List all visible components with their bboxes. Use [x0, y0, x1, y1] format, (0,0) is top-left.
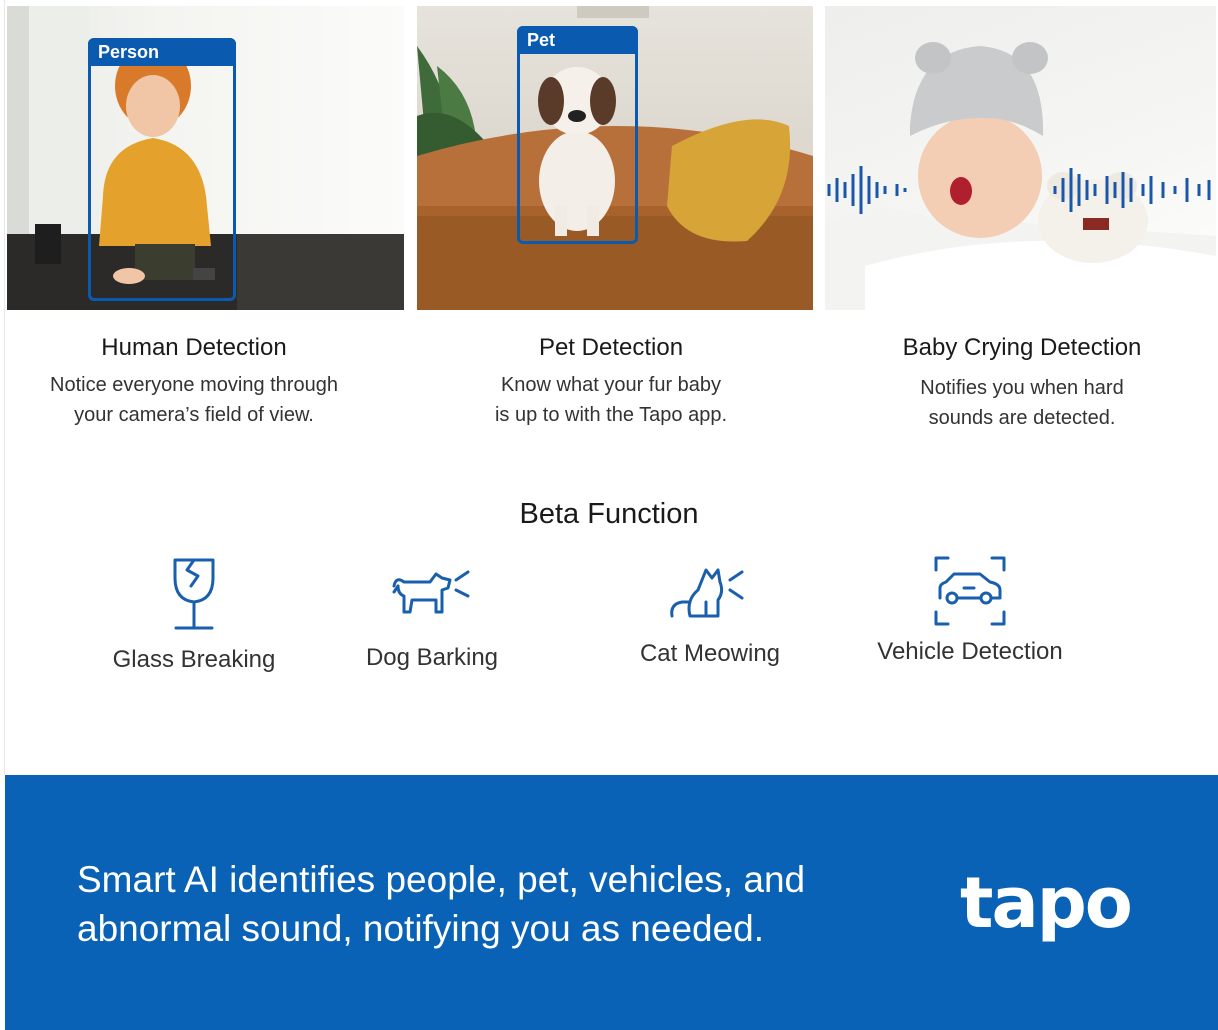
beta-item-dog-barking: Dog Barking	[332, 566, 532, 672]
promo-banner: Smart AI identifies people, pet, vehicle…	[5, 775, 1218, 1030]
human-detection-photo: Person	[7, 6, 404, 310]
feature-description-line: Know what your fur baby	[500, 374, 722, 396]
beta-item-label: Cat Meowing	[639, 640, 781, 667]
pet-tag: Pet	[517, 26, 638, 54]
cat-meowing-icon	[670, 568, 744, 618]
baby-illustration	[825, 42, 1216, 310]
vehicle-scan-icon	[934, 556, 1006, 626]
baby-crying-detection-feature: Baby Crying Detection Notifies you when …	[842, 334, 1202, 433]
feature-title: Human Detection	[101, 334, 287, 361]
page-border	[4, 0, 5, 775]
feature-description: Notice everyone moving through your came…	[14, 370, 374, 430]
feature-description-line: your camera’s field of view.	[74, 404, 314, 426]
feature-title: Baby Crying Detection	[902, 334, 1142, 361]
feature-title: Pet Detection	[538, 334, 684, 361]
pet-bounding-box: Pet	[517, 26, 638, 244]
feature-description-line: Notice everyone moving through	[50, 374, 338, 396]
tapo-logo: tapo	[960, 862, 1133, 944]
broken-glass-icon	[173, 558, 215, 630]
beta-item-cat-meowing: Cat Meowing	[610, 566, 810, 668]
pet-detection-photo: Pet	[417, 6, 813, 310]
banner-headline: Smart AI identifies people, pet, vehicle…	[77, 855, 877, 953]
person-tag: Person	[88, 38, 236, 66]
banner-headline-line: abnormal sound, notifying you as needed.	[77, 908, 765, 949]
human-detection-feature: Human Detection Notice everyone moving t…	[14, 334, 374, 430]
dog-barking-icon	[392, 570, 470, 614]
baby-crying-photo	[825, 6, 1216, 310]
pet-detection-feature: Pet Detection Know what your fur baby is…	[430, 334, 792, 430]
beta-item-label: Vehicle Detection	[877, 638, 1063, 665]
banner-headline-line: Smart AI identifies people, pet, vehicle…	[77, 859, 806, 900]
feature-description-line: is up to with the Tapo app.	[494, 404, 727, 426]
feature-description: Notifies you when hard sounds are detect…	[842, 373, 1202, 433]
beta-function-heading: Beta Function	[519, 498, 699, 530]
person-bounding-box: Person	[88, 38, 236, 301]
beta-item-label: Dog Barking	[365, 644, 499, 671]
beta-item-label: Glass Breaking	[112, 646, 276, 673]
feature-description-line: sounds are detected.	[928, 407, 1116, 429]
feature-description-line: Notifies you when hard	[920, 377, 1124, 399]
beta-item-vehicle-detection: Vehicle Detection	[860, 556, 1080, 666]
beta-item-glass-breaking: Glass Breaking	[94, 556, 294, 674]
feature-description: Know what your fur baby is up to with th…	[430, 370, 792, 430]
